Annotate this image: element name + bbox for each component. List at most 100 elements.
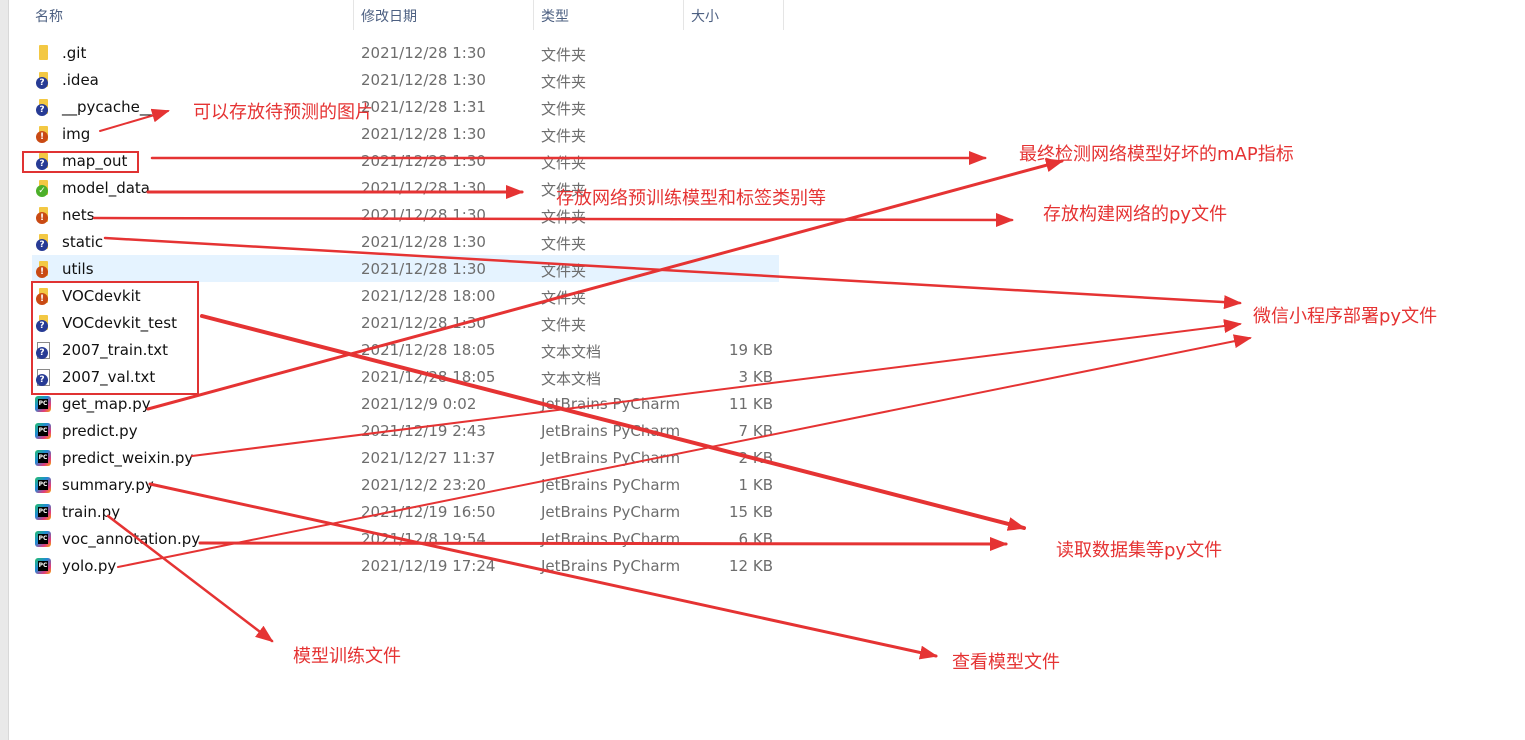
column-header-size[interactable]: 大小 xyxy=(691,6,719,26)
file-name: nets xyxy=(62,206,95,224)
file-type: 文件夹 xyxy=(541,262,587,280)
status-overlay-icon: ! xyxy=(36,131,48,143)
file-row[interactable]: ! utils 2021/12/28 1:30 文件夹 xyxy=(32,255,779,282)
pycharm-file-icon: PC xyxy=(35,450,51,466)
file-size: 2 KB xyxy=(738,449,773,467)
file-size: 6 KB xyxy=(738,530,773,548)
column-divider[interactable] xyxy=(683,0,684,30)
file-row[interactable]: PC predict_weixin.py 2021/12/27 11:37 JetBr… xyxy=(32,444,779,471)
status-overlay-icon: ✓ xyxy=(36,185,48,197)
file-name: __pycache__ xyxy=(62,98,155,116)
highlight-box-map-out xyxy=(22,151,139,173)
annotation-voc-annotation: 读取数据集等py文件 xyxy=(1056,540,1223,561)
file-type: 文本文档 xyxy=(541,370,602,388)
folder-icon xyxy=(37,45,49,61)
file-name: img xyxy=(62,125,91,143)
file-row[interactable]: ? map_out 2021/12/28 1:30 文件夹 xyxy=(32,147,779,174)
column-header-bar: 名称 ^ 修改日期 类型 大小 xyxy=(0,0,785,30)
column-header-name[interactable]: 名称 xyxy=(35,6,63,26)
file-type: JetBrains PyCharm xyxy=(541,422,681,440)
file-name: model_data xyxy=(62,179,150,197)
column-divider[interactable] xyxy=(533,0,534,30)
file-row[interactable]: PC predict.py 2021/12/19 2:43 JetBrains PyC… xyxy=(32,417,779,444)
file-name: predict.py xyxy=(62,422,138,440)
file-date: 2021/12/28 1:30 xyxy=(361,260,486,278)
file-type: JetBrains PyCharm xyxy=(541,503,681,521)
file-row[interactable]: ! img 2021/12/28 1:30 文件夹 xyxy=(32,120,779,147)
file-name: train.py xyxy=(62,503,121,521)
column-divider[interactable] xyxy=(783,0,784,30)
pycharm-file-icon: PC xyxy=(35,531,51,547)
pycharm-file-icon: PC xyxy=(35,477,51,493)
file-size: 15 KB xyxy=(729,503,773,521)
annotation-nets: 存放构建网络的py文件 xyxy=(1043,204,1228,225)
file-row[interactable]: ? __pycache__ 2021/12/28 1:31 文件夹 xyxy=(32,93,779,120)
file-date: 2021/12/28 1:30 xyxy=(361,44,486,62)
pycharm-file-icon: PC xyxy=(35,558,51,574)
file-type: 文件夹 xyxy=(541,73,587,91)
folder-icon: ! xyxy=(36,261,49,278)
file-date: 2021/12/28 18:05 xyxy=(361,341,496,359)
folder-icon: ? xyxy=(36,234,49,251)
file-size: 7 KB xyxy=(738,422,773,440)
file-type: JetBrains PyCharm xyxy=(541,476,681,494)
file-date: 2021/12/28 1:30 xyxy=(361,233,486,251)
folder-icon: ! xyxy=(36,207,49,224)
file-row[interactable]: .git 2021/12/28 1:30 文件夹 xyxy=(32,39,779,66)
file-row[interactable]: PC summary.py 2021/12/2 23:20 JetBrains PyC… xyxy=(32,471,779,498)
file-type: 文件夹 xyxy=(541,127,587,145)
annotation-img: 可以存放待预测的图片 xyxy=(193,102,373,123)
file-size: 19 KB xyxy=(729,341,773,359)
file-date: 2021/12/9 0:02 xyxy=(361,395,477,413)
status-overlay-icon: ! xyxy=(36,266,48,278)
file-type: JetBrains PyCharm xyxy=(541,449,681,467)
column-header-type[interactable]: 类型 xyxy=(541,6,569,26)
highlight-box-dataset-files xyxy=(31,281,199,395)
file-size: 12 KB xyxy=(729,557,773,575)
file-date: 2021/12/28 1:30 xyxy=(361,206,486,224)
annotation-summary: 查看模型文件 xyxy=(952,652,1060,673)
file-type: JetBrains PyCharm xyxy=(541,395,681,413)
file-type: JetBrains PyCharm xyxy=(541,557,681,575)
file-row[interactable]: PC train.py 2021/12/19 16:50 JetBrains PyCh… xyxy=(32,498,779,525)
file-type: 文本文档 xyxy=(541,343,602,361)
file-type: 文件夹 xyxy=(541,154,587,172)
file-date: 2021/12/27 11:37 xyxy=(361,449,496,467)
pycharm-file-icon: PC xyxy=(35,396,51,412)
column-divider[interactable] xyxy=(353,0,354,30)
file-date: 2021/12/28 18:05 xyxy=(361,368,496,386)
file-name: .git xyxy=(62,44,87,62)
file-date: 2021/12/2 23:20 xyxy=(361,476,486,494)
status-overlay-icon: ? xyxy=(36,77,48,89)
file-row[interactable]: PC yolo.py 2021/12/19 17:24 JetBrains PyCha… xyxy=(32,552,779,579)
file-date: 2021/12/28 1:30 xyxy=(361,314,486,332)
file-size: 1 KB xyxy=(738,476,773,494)
file-date: 2021/12/8 19:54 xyxy=(361,530,486,548)
folder-icon: ? xyxy=(36,99,49,116)
file-date: 2021/12/19 17:24 xyxy=(361,557,496,575)
status-overlay-icon: ? xyxy=(36,239,48,251)
file-date: 2021/12/28 1:30 xyxy=(361,71,486,89)
file-name: static xyxy=(62,233,104,251)
pycharm-file-icon: PC xyxy=(35,423,51,439)
folder-icon: ? xyxy=(36,72,49,89)
file-date: 2021/12/28 1:31 xyxy=(361,98,486,116)
sort-arrow-icon: ^ xyxy=(186,0,194,5)
file-name: utils xyxy=(62,260,94,278)
file-name: voc_annotation.py xyxy=(62,530,201,548)
file-row[interactable]: PC voc_annotation.py 2021/12/8 19:54 JetBra… xyxy=(32,525,779,552)
status-overlay-icon: ? xyxy=(36,104,48,116)
file-name: summary.py xyxy=(62,476,154,494)
file-row[interactable]: ? static 2021/12/28 1:30 文件夹 xyxy=(32,228,779,255)
status-overlay-icon: ! xyxy=(36,212,48,224)
file-date: 2021/12/28 1:30 xyxy=(361,179,486,197)
annotation-map-out: 最终检测网络模型好坏的mAP指标 xyxy=(1019,144,1294,165)
file-date: 2021/12/28 1:30 xyxy=(361,152,486,170)
annotation-static: 微信小程序部署py文件 xyxy=(1253,306,1438,327)
file-name: yolo.py xyxy=(62,557,117,575)
column-header-date[interactable]: 修改日期 xyxy=(361,6,417,26)
file-row[interactable]: ? .idea 2021/12/28 1:30 文件夹 xyxy=(32,66,779,93)
file-type: 文件夹 xyxy=(541,100,587,118)
file-type: 文件夹 xyxy=(541,46,587,64)
file-type: 文件夹 xyxy=(541,235,587,253)
